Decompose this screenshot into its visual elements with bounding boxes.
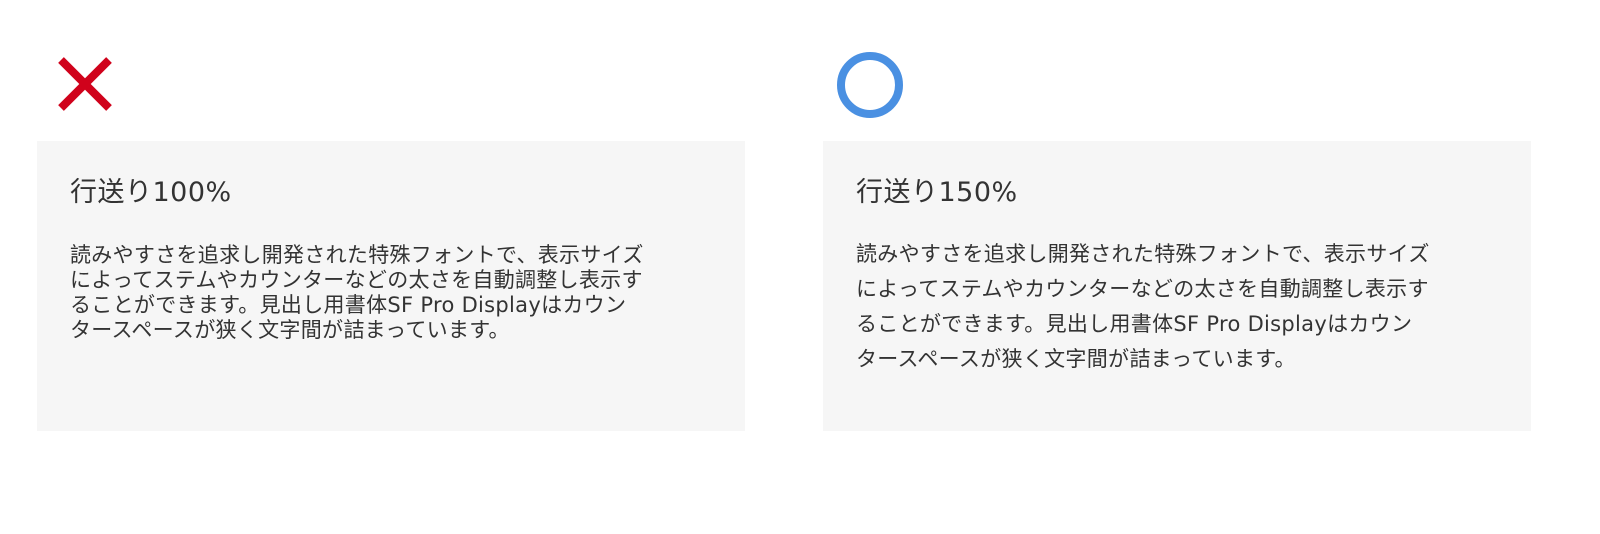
sample-text: 読みやすさを追求し開発された特殊フォントで、表示サイズ によってステムやカウンタ… <box>856 237 1501 377</box>
sample-text-line: ることができます。見出し用書体SF Pro Displayはカウン <box>856 312 1413 336</box>
sample-card: 行送り150% 読みやすさを追求し開発された特殊フォントで、表示サイズ によって… <box>823 141 1531 431</box>
sample-card: 行送り100% 読みやすさを追求し開発された特殊フォントで、表示サイズ によって… <box>37 141 745 431</box>
example-bad: 行送り100% 読みやすさを追求し開発された特殊フォントで、表示サイズ によって… <box>37 0 745 534</box>
sample-text-line: によってステムやカウンターなどの太さを自動調整し表示す <box>70 268 643 292</box>
sample-text-line: によってステムやカウンターなどの太さを自動調整し表示す <box>856 277 1429 301</box>
cross-icon <box>58 57 112 111</box>
sample-text-line: タースペースが狭く文字間が詰まっています。 <box>70 318 510 342</box>
sample-text-line: 読みやすさを追求し開発された特殊フォントで、表示サイズ <box>856 242 1430 266</box>
example-good: 行送り150% 読みやすさを追求し開発された特殊フォントで、表示サイズ によって… <box>823 0 1531 534</box>
sample-text-line: タースペースが狭く文字間が詰まっています。 <box>856 347 1296 371</box>
sample-text-line: 読みやすさを追求し開発された特殊フォントで、表示サイズ <box>70 243 644 267</box>
card-title: 行送り100% <box>70 177 232 208</box>
circle-icon <box>837 52 903 118</box>
sample-text-line: ることができます。見出し用書体SF Pro Displayはカウン <box>70 293 627 317</box>
sample-text: 読みやすさを追求し開発された特殊フォントで、表示サイズ によってステムやカウンタ… <box>70 243 715 343</box>
card-title: 行送り150% <box>856 177 1018 208</box>
